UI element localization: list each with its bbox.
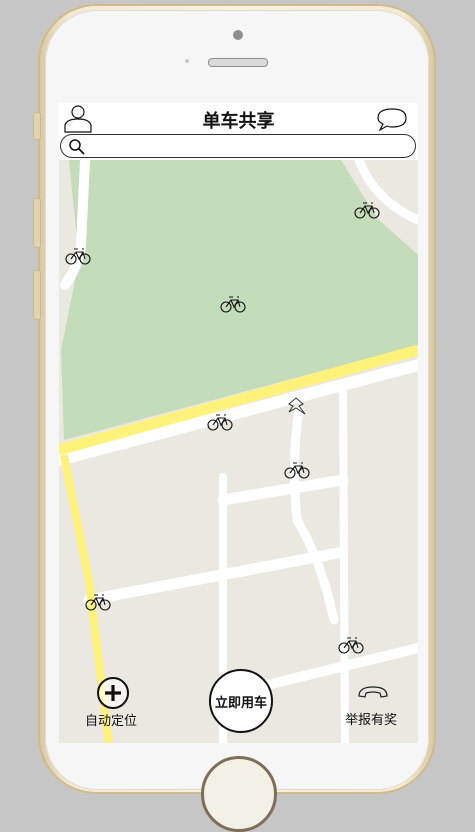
app-screen: 单车共享 自动定位 立即用车 举报有奖: [59, 103, 418, 743]
home-button[interactable]: [201, 756, 277, 832]
earpiece-speaker: [208, 58, 268, 67]
plus-circle-icon: [105, 685, 121, 701]
search-bar[interactable]: [60, 134, 416, 158]
mute-switch: [33, 112, 41, 140]
proximity-sensor: [185, 59, 189, 63]
locate-button[interactable]: [97, 677, 129, 709]
page-title: 单车共享: [202, 111, 275, 132]
bicycle-icon[interactable]: [284, 461, 310, 479]
bicycle-icon[interactable]: [207, 413, 233, 431]
bicycle-icon[interactable]: [338, 636, 364, 654]
volume-down-button: [33, 270, 41, 320]
bicycle-icon[interactable]: [354, 201, 380, 219]
volume-up-button: [33, 198, 41, 248]
front-camera: [233, 30, 243, 40]
app-header: 单车共享: [59, 103, 418, 133]
map-view[interactable]: [59, 160, 418, 743]
bicycle-icon[interactable]: [85, 593, 111, 611]
bicycle-icon[interactable]: [220, 295, 246, 313]
message-bubble-icon[interactable]: [375, 106, 409, 132]
search-input[interactable]: [89, 137, 411, 157]
bicycle-icon[interactable]: [65, 247, 91, 265]
report-label[interactable]: 举报有奖: [345, 709, 397, 728]
locate-label[interactable]: 自动定位: [85, 710, 137, 729]
ride-now-button[interactable]: 立即用车: [209, 669, 273, 733]
phone-icon[interactable]: [356, 683, 390, 703]
search-icon[interactable]: [68, 138, 86, 156]
